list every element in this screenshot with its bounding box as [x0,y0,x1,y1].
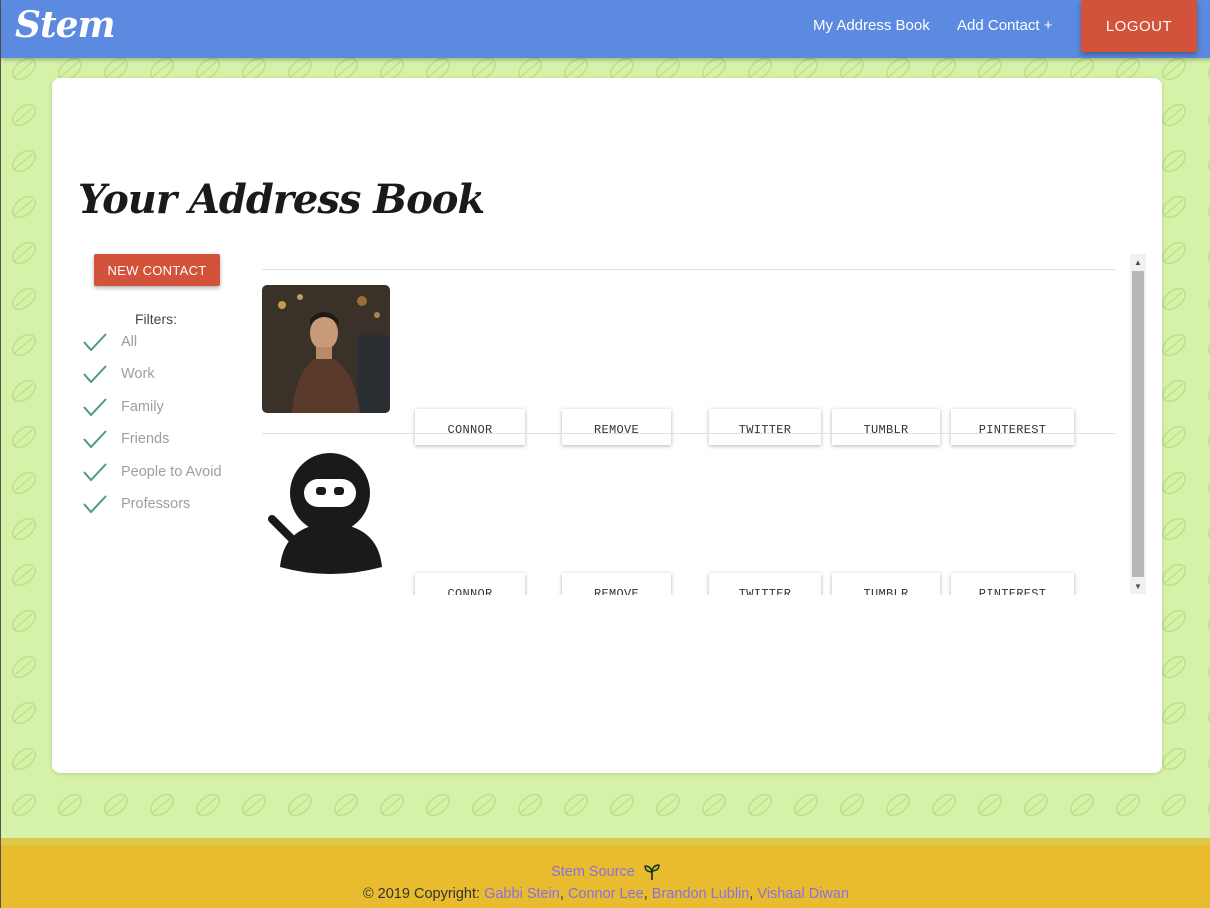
contact-name-button[interactable]: CONNOR [415,409,525,445]
filter-label: Friends [121,431,170,447]
twitter-button[interactable]: TWITTER [709,573,821,595]
filter-label: People to Avoid [121,464,222,480]
scroll-down-icon[interactable]: ▼ [1130,578,1146,594]
check-icon [83,430,107,449]
check-icon [83,463,107,482]
filter-label: Professors [121,496,191,512]
contact-list-scrollbar[interactable]: ▲ ▼ [1130,254,1146,594]
filter-professors[interactable]: Professors [82,492,242,516]
pinterest-button[interactable]: PINTEREST [951,409,1074,445]
filter-label: Family [121,399,164,415]
filter-all[interactable]: All [82,330,242,354]
filter-family[interactable]: Family [82,395,242,419]
row-divider [262,433,1115,434]
filters-label: Filters: [135,311,177,327]
check-icon [83,398,107,417]
pinterest-button[interactable]: PINTEREST [951,573,1074,595]
footer-source-row: Stem Source [1,863,1210,881]
check-icon [83,365,107,384]
author-link[interactable]: Gabbi Stein [484,886,560,902]
tumblr-button[interactable]: TUMBLR [832,409,940,445]
remove-button[interactable]: REMOVE [562,409,671,445]
contact-photo-avatar [262,285,390,413]
address-book-card: Your Address Book NEW CONTACT Filters: A… [52,78,1162,773]
contact-ninja-avatar [262,449,390,577]
row-divider [262,269,1115,270]
new-contact-button[interactable]: NEW CONTACT [94,254,220,286]
author-link[interactable]: Vishaal Diwan [757,886,849,902]
contact-name-button[interactable]: CONNOR [415,573,525,595]
author-link[interactable]: Connor Lee [568,886,644,902]
filter-people-to-avoid[interactable]: People to Avoid [82,460,242,484]
brand-logo[interactable]: Stem [15,4,116,46]
top-navbar: Stem My Address Book Add Contact + LOGOU… [1,0,1210,58]
nav-my-address-book[interactable]: My Address Book [813,17,930,34]
page-title: Your Address Book [78,176,485,223]
author-link[interactable]: Brandon Lublin [652,886,750,902]
contact-list[interactable]: CONNOR REMOVE TWITTER TUMBLR PINTEREST C… [262,255,1148,595]
remove-button[interactable]: REMOVE [562,573,671,595]
sprout-icon [644,864,660,880]
tumblr-button[interactable]: TUMBLR [832,573,940,595]
copyright-text: © 2019 Copyright: [362,886,481,902]
scroll-up-icon[interactable]: ▲ [1130,254,1146,270]
logout-button[interactable]: LOGOUT [1081,0,1197,52]
stem-source-link[interactable]: Stem Source [551,864,635,880]
filter-work[interactable]: Work [82,362,242,386]
check-icon [83,333,107,352]
check-icon [83,495,107,514]
footer-copyright: © 2019 Copyright: Gabbi Stein, Connor Le… [362,886,850,902]
scroll-thumb[interactable] [1132,271,1144,577]
footer: Stem Source © 2019 Copyright: Gabbi Stei… [1,838,1210,908]
filter-label: All [121,334,138,350]
twitter-button[interactable]: TWITTER [709,409,821,445]
filter-friends[interactable]: Friends [82,427,242,451]
filter-label: Work [121,366,155,382]
nav-add-contact[interactable]: Add Contact + [957,17,1052,34]
